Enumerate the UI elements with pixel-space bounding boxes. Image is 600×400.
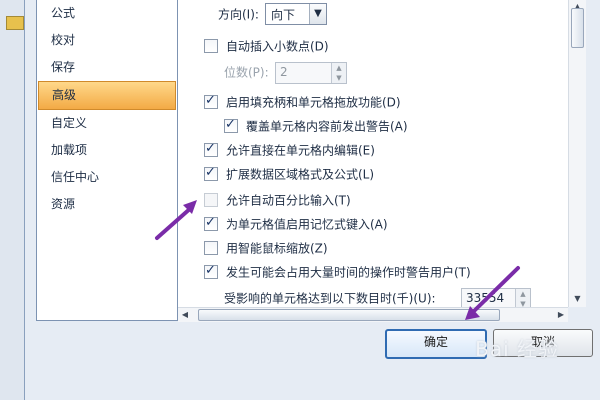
direct-edit-checkbox[interactable] — [204, 139, 218, 159]
spinner-up-icon[interactable]: ▲ — [516, 289, 530, 299]
autocomplete-label: 为单元格值启用记忆式键入(A) — [226, 217, 388, 232]
time-consuming-checkbox[interactable] — [204, 261, 218, 281]
auto-percent-checkbox[interactable] — [204, 192, 218, 207]
places-spinner: 2 ▲ ▼ — [275, 62, 347, 84]
arrow-right-icon[interactable]: ▶ — [554, 308, 568, 322]
vertical-scrollbar[interactable]: ▲ ▼ — [568, 0, 586, 307]
places-row: 位数(P): — [224, 62, 269, 82]
arrow-left-icon[interactable]: ◀ — [178, 308, 192, 322]
auto-percent-row[interactable]: 允许自动百分比输入(T) — [204, 190, 351, 210]
sidebar-item-addins[interactable]: 加载项 — [37, 137, 177, 164]
cells-affected-value: 33554 — [466, 291, 505, 305]
vertical-scroll-thumb[interactable] — [571, 8, 584, 48]
direct-edit-row[interactable]: 允许直接在单元格内编辑(E) — [204, 139, 375, 160]
sidebar-item-trust-center[interactable]: 信任中心 — [37, 164, 177, 191]
alert-overwrite-checkbox[interactable] — [224, 115, 238, 135]
autocomplete-checkbox[interactable] — [204, 213, 218, 233]
direction-value: 向下 — [271, 8, 296, 22]
advanced-options-panel: 方向(I): 向下 ▼ 自动插入小数点(D) 位数(P): 2 ▲▼ 启用填充柄… — [178, 0, 568, 307]
arrow-down-icon[interactable]: ▼ — [569, 292, 586, 306]
intellimouse-row[interactable]: 用智能鼠标缩放(Z) — [204, 238, 328, 258]
time-consuming-label: 发生可能会占用大量时间的操作时警告用户(T) — [226, 265, 471, 280]
ok-button[interactable]: 确定 — [385, 329, 487, 359]
fill-handle-checkbox[interactable] — [204, 91, 218, 111]
spinner-up-icon: ▲ — [336, 64, 342, 72]
spinner-down-icon[interactable]: ▼ — [516, 299, 530, 307]
fill-handle-row[interactable]: 启用填充柄和单元格拖放功能(D) — [204, 91, 401, 112]
alert-overwrite-row[interactable]: 覆盖单元格内容前发出警告(A) — [224, 115, 408, 136]
direct-edit-label: 允许直接在单元格内编辑(E) — [226, 143, 375, 158]
cells-affected-row: 受影响的单元格达到以下数目时(千)(U): — [224, 288, 436, 307]
fill-handle-label: 启用填充柄和单元格拖放功能(D) — [226, 95, 401, 110]
sidebar-item-save[interactable]: 保存 — [37, 54, 177, 81]
horizontal-scrollbar[interactable]: ◀ ▶ — [178, 307, 568, 322]
paste-icon — [6, 16, 24, 30]
options-sidebar: 公式 校对 保存 高级 自定义 加载项 信任中心 资源 — [36, 0, 178, 321]
direction-row: 方向(I): — [218, 4, 259, 24]
cells-affected-label: 受影响的单元格达到以下数目时(千)(U): — [224, 291, 436, 306]
excel-options-dialog: 公式 校对 保存 高级 自定义 加载项 信任中心 资源 方向(I): 向下 ▼ … — [24, 0, 600, 400]
places-label: 位数(P): — [224, 65, 269, 80]
intellimouse-label: 用智能鼠标缩放(Z) — [226, 241, 328, 256]
auto-decimal-checkbox[interactable] — [204, 38, 218, 53]
autocomplete-row[interactable]: 为单元格值启用记忆式键入(A) — [204, 213, 388, 234]
sidebar-item-formulas[interactable]: 公式 — [37, 0, 177, 27]
direction-select[interactable]: 向下 ▼ — [265, 3, 327, 25]
extend-formats-checkbox[interactable] — [204, 163, 218, 183]
extend-formats-row[interactable]: 扩展数据区域格式及公式(L) — [204, 163, 375, 184]
time-consuming-row[interactable]: 发生可能会占用大量时间的操作时警告用户(T) — [204, 261, 471, 282]
intellimouse-checkbox[interactable] — [204, 240, 218, 255]
horizontal-scroll-thumb[interactable] — [198, 309, 500, 321]
extend-formats-label: 扩展数据区域格式及公式(L) — [226, 167, 375, 182]
places-value: 2 — [280, 65, 288, 79]
chevron-down-icon[interactable]: ▼ — [309, 4, 326, 24]
alert-overwrite-label: 覆盖单元格内容前发出警告(A) — [246, 119, 408, 134]
sidebar-item-advanced[interactable]: 高级 — [38, 81, 176, 110]
spinner-down-icon: ▼ — [336, 74, 342, 82]
sidebar-item-proofing[interactable]: 校对 — [37, 27, 177, 54]
sidebar-item-resources[interactable]: 资源 — [37, 191, 177, 218]
direction-label: 方向(I): — [218, 7, 259, 22]
baidu-watermark: Bai 经验 — [475, 337, 559, 361]
auto-percent-label: 允许自动百分比输入(T) — [226, 193, 351, 208]
cells-affected-spinner[interactable]: 33554 ▲ ▼ — [461, 288, 531, 307]
auto-decimal-row[interactable]: 自动插入小数点(D) — [204, 36, 329, 56]
auto-decimal-label: 自动插入小数点(D) — [226, 39, 329, 54]
sidebar-item-customize[interactable]: 自定义 — [37, 110, 177, 137]
